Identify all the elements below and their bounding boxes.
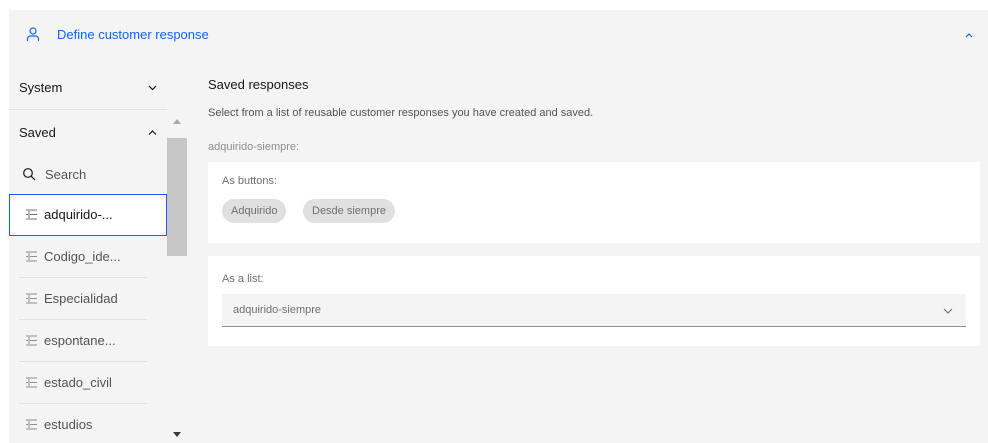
define-customer-response-panel: Define customer response System Saved Se… — [9, 10, 988, 443]
saved-item[interactable]: Especialidad — [9, 278, 167, 320]
list-preview-card: As a list: adquirido-siempre — [208, 256, 980, 346]
saved-responses-content: Saved responses Select from a list of re… — [208, 65, 980, 365]
sidebar-scrollbar[interactable] — [167, 110, 187, 443]
scroll-up-icon[interactable] — [173, 118, 181, 124]
list-icon — [26, 209, 37, 220]
list-icon — [26, 419, 37, 430]
search-input[interactable] — [45, 163, 160, 185]
saved-item[interactable]: Codigo_ide... — [9, 236, 167, 278]
panel-header[interactable]: Define customer response — [9, 10, 988, 60]
saved-section-toggle[interactable]: Saved — [9, 110, 167, 155]
saved-section-label: Saved — [19, 125, 56, 140]
saved-item[interactable]: espontane... — [9, 320, 167, 362]
system-section-toggle[interactable]: System — [9, 65, 167, 110]
list-preview-label: As a list: — [222, 273, 264, 285]
saved-search — [9, 156, 167, 192]
saved-item[interactable]: adquirido-... — [9, 194, 167, 236]
system-section-label: System — [19, 79, 63, 95]
chevron-down-icon — [943, 308, 953, 314]
user-icon — [26, 27, 40, 41]
response-name: adquirido-siempre: — [208, 141, 300, 153]
saved-item-label: estudios — [44, 417, 93, 432]
saved-item-label: Especialidad — [44, 291, 118, 306]
scroll-down-icon[interactable] — [173, 432, 181, 438]
section-heading: Saved responses — [208, 77, 309, 92]
list-icon — [26, 335, 37, 346]
section-description: Select from a list of reusable customer … — [208, 107, 594, 119]
buttons-preview-card: As buttons: Adquirido Desde siempre — [208, 162, 980, 243]
scrollbar-thumb[interactable] — [167, 138, 187, 256]
dropdown-value: adquirido-siempre — [233, 304, 322, 316]
saved-item-label: espontane... — [44, 333, 116, 348]
chevron-up-icon — [148, 130, 157, 135]
buttons-preview-label: As buttons: — [222, 175, 278, 187]
list-icon — [26, 251, 37, 262]
response-chip: Adquirido — [222, 199, 287, 223]
saved-item-label: adquirido-... — [44, 207, 113, 222]
response-chip: Desde siempre — [303, 199, 395, 223]
saved-item[interactable]: estado_civil — [9, 362, 167, 404]
chevron-up-icon[interactable] — [962, 28, 976, 42]
response-dropdown[interactable]: adquirido-siempre — [222, 294, 966, 327]
saved-item-label: Codigo_ide... — [44, 249, 121, 264]
list-icon — [26, 377, 37, 388]
saved-item-label: estado_civil — [44, 375, 112, 390]
saved-item[interactable]: estudios — [9, 404, 167, 443]
chevron-down-icon — [148, 85, 157, 91]
panel-title: Define customer response — [57, 27, 209, 42]
response-sidebar: System Saved adquirido-... — [9, 65, 187, 443]
search-icon — [23, 168, 36, 181]
list-icon — [26, 293, 37, 304]
